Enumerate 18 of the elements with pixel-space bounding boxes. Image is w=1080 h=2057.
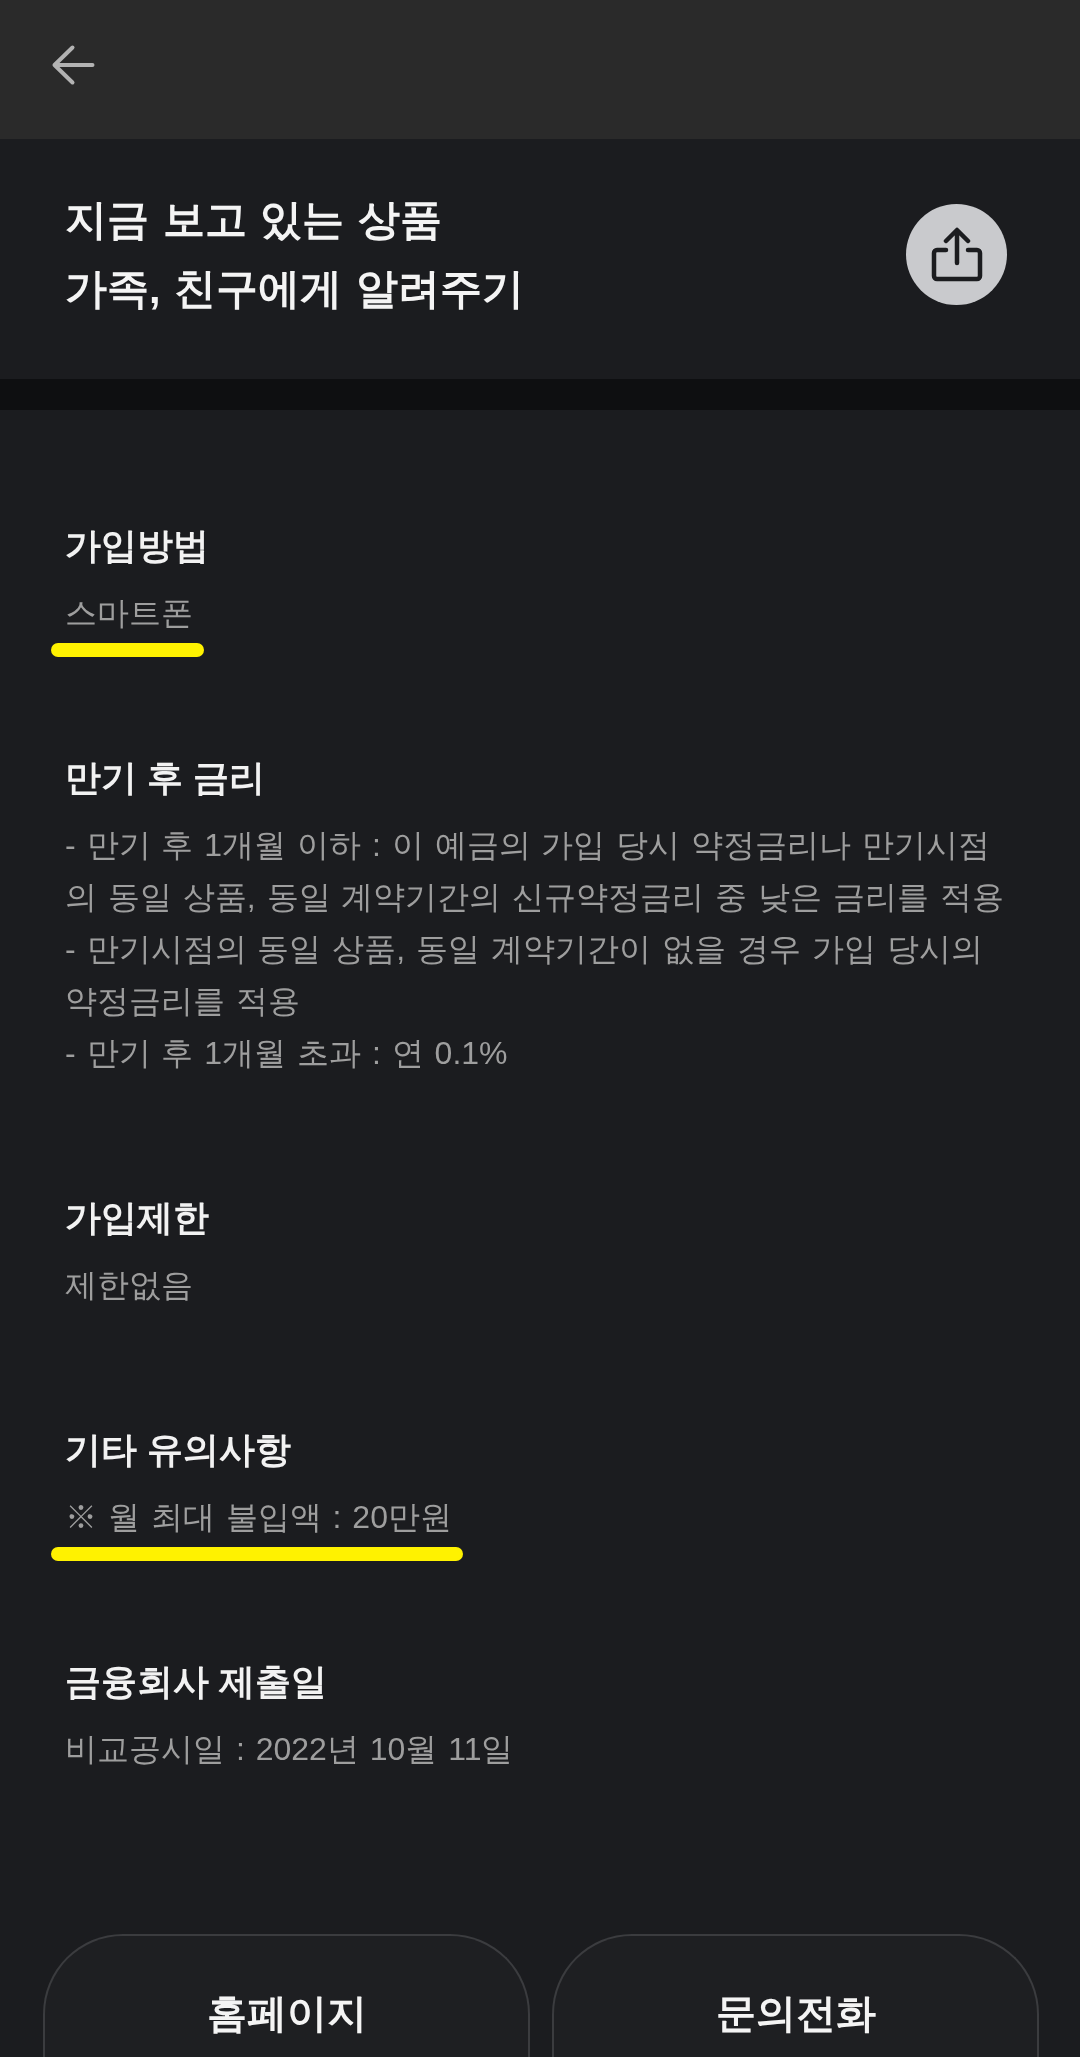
section-heading: 금융회사 제출일 [65,1660,328,1704]
section-text: 비교공시일 : 2022년 10월 11일 [65,1730,515,1769]
section-text: 제한없음 [65,1266,194,1305]
section-heading: 가입방법 [65,524,210,568]
section-text: - 만기시점의 동일 상품, 동일 계약기간이 없을 경우 가입 당시의 약정금리를 적용 [65,930,984,1021]
section-text: - 만기 후 1개월 이하 : 이 예금의 가입 당시 약정금리나 만기시점의 동일 상품, 동일 계약기간의 신규약정금리 중 낮은 금리를 적용 [65,826,1005,917]
action-button[interactable]: 문의전화 [552,1934,1039,2057]
back-arrow-icon [51,44,95,86]
section-text: 스마트폰 [65,587,193,639]
section-text: ※ 월 최대 불입액 : 20만원 [65,1491,452,1543]
back-button[interactable] [51,44,95,86]
section-heading: 가입제한 [65,1196,210,1240]
action-button[interactable]: 홈페이지 [43,1934,530,2057]
section-text: - 만기 후 1개월 초과 : 연 0.1% [65,1034,509,1073]
section-heading: 만기 후 금리 [65,756,266,800]
section-heading: 기타 유의사항 [65,1428,292,1472]
share-icon [930,226,983,282]
share-prompt-title: 지금 보고 있는 상품 가족, 친구에게 알려주기 [65,195,524,314]
